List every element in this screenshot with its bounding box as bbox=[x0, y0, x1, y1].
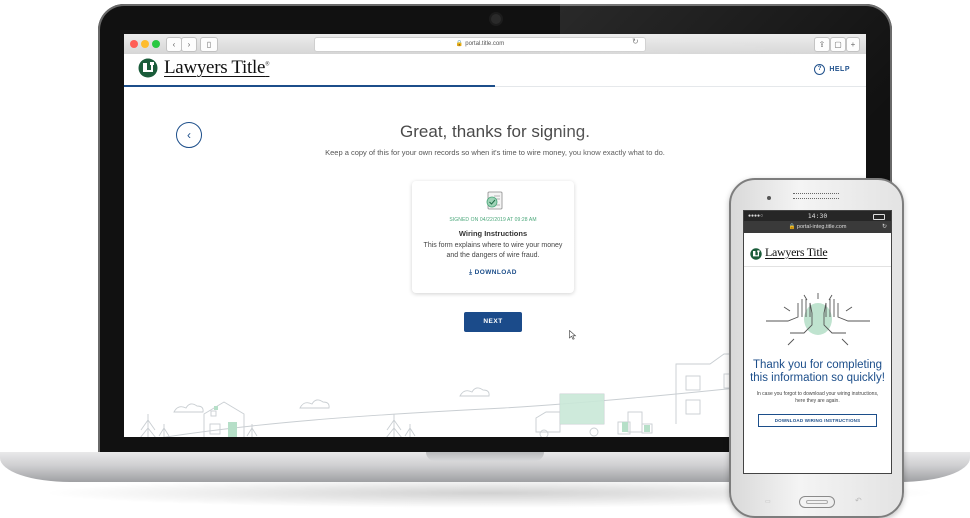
phone-address-bar[interactable]: 🔒 portal-integ.title.com ↻ bbox=[744, 221, 891, 233]
document-title: Wiring Instructions bbox=[458, 229, 528, 238]
new-tab-button[interactable]: + bbox=[846, 37, 860, 52]
back-icon[interactable]: ↶ bbox=[855, 496, 862, 505]
close-window-button[interactable] bbox=[130, 40, 138, 48]
lock-icon: 🔒 bbox=[455, 41, 464, 47]
phone-speaker bbox=[793, 193, 839, 199]
browser-forward-button[interactable]: › bbox=[181, 37, 197, 52]
phone-screen: ●●●●○ 14:30 🔒 portal-integ.title.com ↻ L… bbox=[743, 210, 892, 474]
phone-time: 14:30 bbox=[807, 212, 828, 220]
download-label: DOWNLOAD bbox=[474, 269, 517, 276]
page-subtitle: Keep a copy of this for your own records… bbox=[325, 148, 665, 157]
minimize-window-button[interactable] bbox=[141, 40, 149, 48]
progress-bar bbox=[124, 85, 495, 87]
document-description: This form explains where to wire your mo… bbox=[423, 242, 563, 259]
help-label: HELP bbox=[829, 66, 850, 73]
phone-device: ●●●●○ 14:30 🔒 portal-integ.title.com ↻ L… bbox=[729, 178, 904, 518]
signed-timestamp: SIGNED ON 04/22/2019 AT 09:28 AM bbox=[449, 217, 537, 223]
download-wiring-instructions-button[interactable]: DOWNLOAD WIRING INSTRUCTIONS bbox=[758, 414, 877, 427]
browser-toolbar: ‹ › ▯ 🔒 portal.title.com ↻ ⇪ ▢ + bbox=[124, 34, 866, 55]
lawyers-title-logo-icon bbox=[750, 248, 762, 260]
browser-back-button[interactable]: ‹ bbox=[166, 37, 182, 52]
phone-header-divider bbox=[744, 266, 891, 267]
reload-icon[interactable]: ↻ bbox=[882, 221, 887, 233]
download-icon: ⤓ bbox=[469, 269, 473, 276]
address-bar[interactable]: 🔒 portal.title.com bbox=[314, 37, 646, 52]
document-check-icon bbox=[486, 191, 503, 210]
phone-logo-text[interactable]: Lawyers Title bbox=[765, 245, 828, 260]
phone-camera bbox=[767, 196, 771, 200]
phone-url-text: portal-integ.title.com bbox=[796, 224, 847, 230]
lock-icon: 🔒 bbox=[788, 224, 796, 230]
menu-icon[interactable]: ▭ bbox=[765, 498, 771, 505]
high-five-icon bbox=[766, 293, 870, 346]
lawyers-title-logo-icon bbox=[138, 58, 158, 78]
download-link[interactable]: ⤓ DOWNLOAD bbox=[412, 269, 574, 277]
help-button[interactable]: ? HELP bbox=[814, 64, 850, 75]
page-title: Great, thanks for signing. bbox=[400, 122, 590, 141]
address-url: portal.title.com bbox=[465, 41, 505, 47]
laptop-notch bbox=[426, 452, 544, 461]
tabs-button[interactable]: ▢ bbox=[830, 37, 846, 52]
help-icon: ? bbox=[814, 64, 826, 75]
battery-icon bbox=[873, 214, 885, 220]
logo-text[interactable]: Lawyers Title® bbox=[164, 57, 270, 79]
reload-icon[interactable]: ↻ bbox=[632, 37, 639, 46]
home-button[interactable] bbox=[799, 496, 835, 508]
document-card: SIGNED ON 04/22/2019 AT 09:28 AM Wiring … bbox=[412, 181, 574, 293]
share-button[interactable]: ⇪ bbox=[814, 37, 830, 52]
laptop-camera bbox=[491, 14, 501, 24]
phone-thanks-heading: Thank you for completing this informatio… bbox=[750, 359, 885, 384]
zoom-window-button[interactable] bbox=[152, 40, 160, 48]
phone-status-bar: ●●●●○ 14:30 bbox=[744, 211, 891, 221]
sidebar-toggle-button[interactable]: ▯ bbox=[200, 37, 218, 52]
phone-thanks-copy: In case you forgot to download your wiri… bbox=[756, 391, 879, 404]
site-header: Lawyers Title® ? HELP bbox=[124, 54, 866, 86]
